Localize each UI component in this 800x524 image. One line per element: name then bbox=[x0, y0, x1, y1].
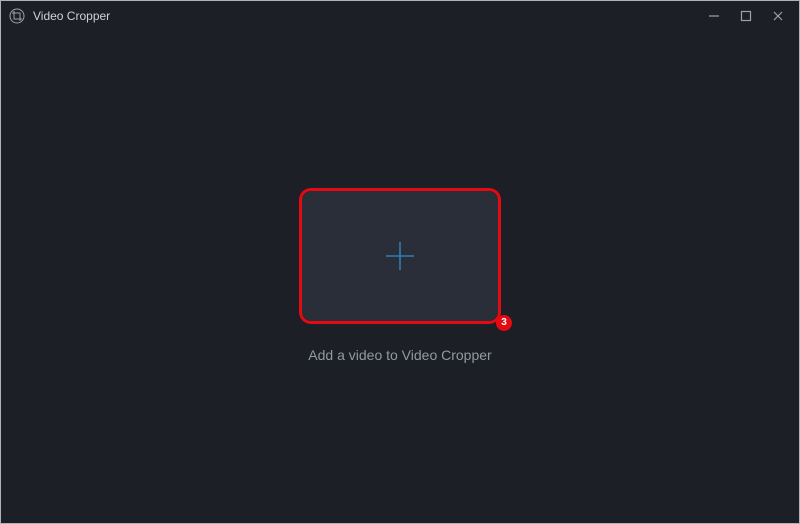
add-video-dropzone[interactable] bbox=[302, 191, 498, 321]
minimize-button[interactable] bbox=[705, 7, 723, 25]
main-content: 3 Add a video to Video Cropper bbox=[1, 31, 799, 523]
dropzone-container: 3 bbox=[302, 191, 498, 321]
title-bar: Video Cropper bbox=[1, 1, 799, 31]
add-video-hint: Add a video to Video Cropper bbox=[308, 347, 491, 363]
window-controls bbox=[705, 7, 791, 25]
crop-icon bbox=[9, 8, 25, 24]
window-title: Video Cropper bbox=[33, 9, 110, 23]
app-window: Video Cropper bbox=[0, 0, 800, 524]
plus-icon bbox=[383, 239, 417, 273]
close-button[interactable] bbox=[769, 7, 787, 25]
tutorial-step-badge: 3 bbox=[496, 315, 512, 331]
maximize-button[interactable] bbox=[737, 7, 755, 25]
